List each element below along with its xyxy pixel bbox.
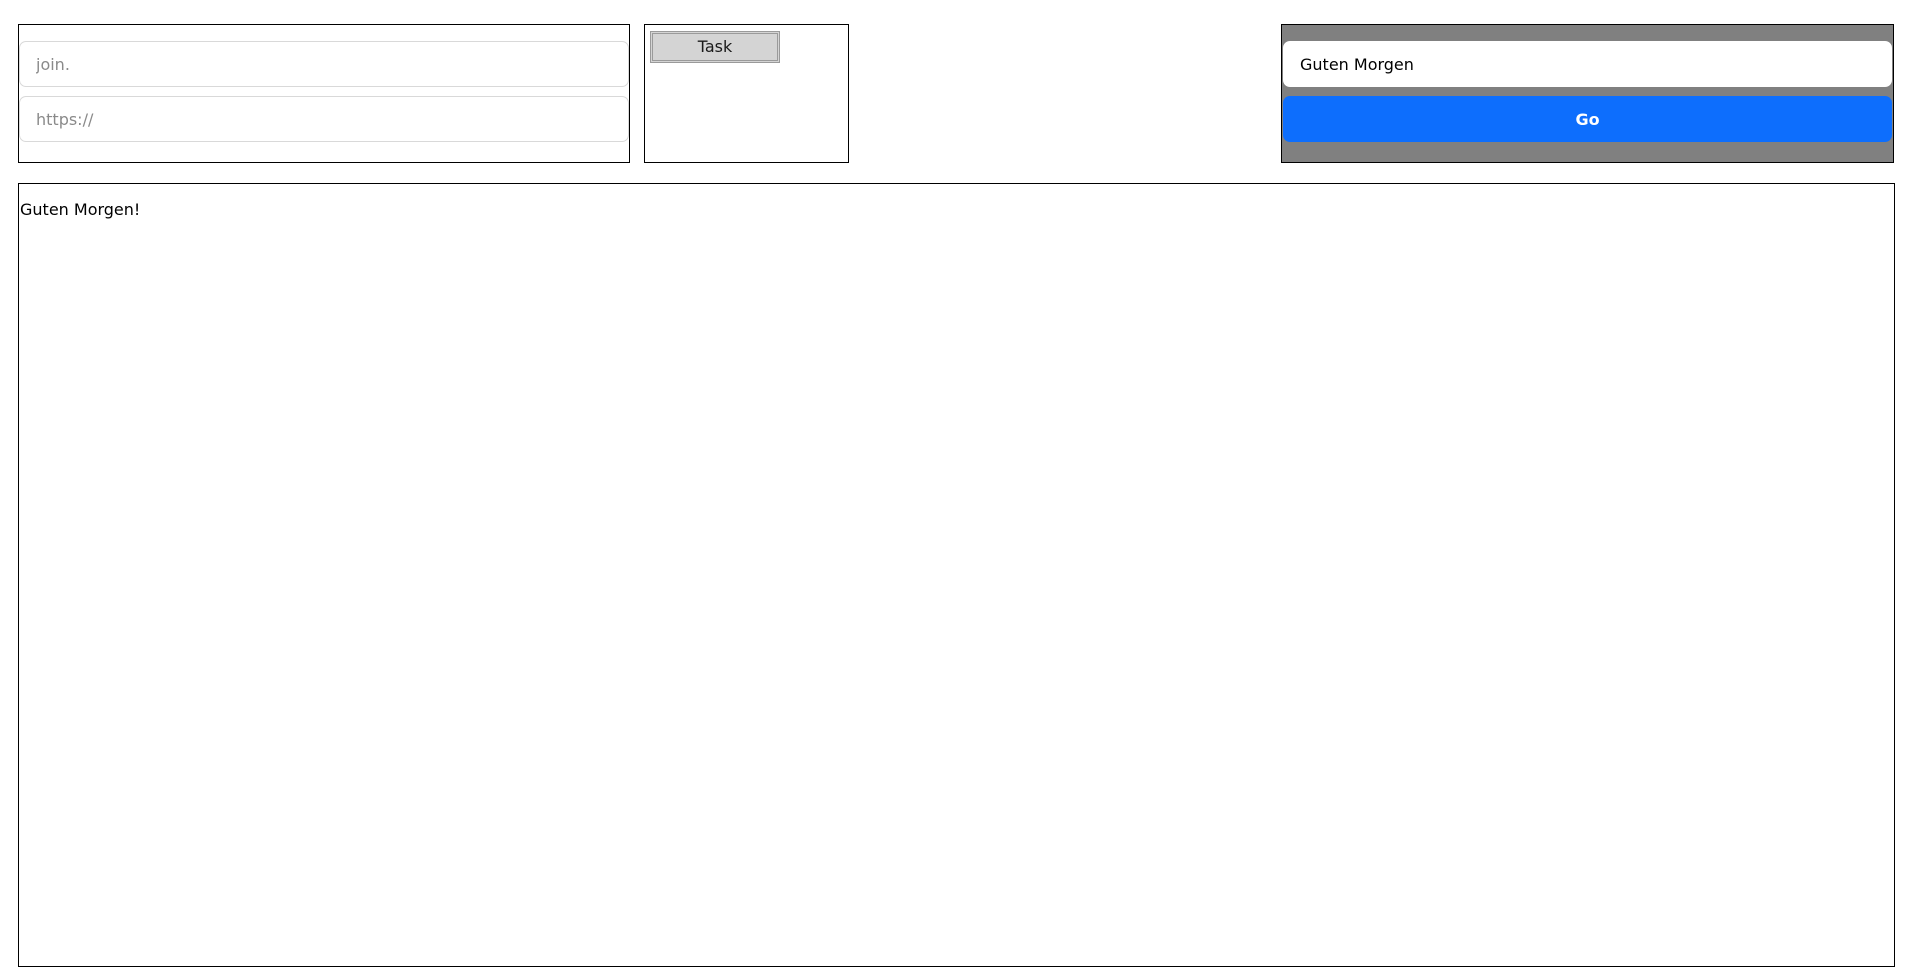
join-input[interactable] [19,41,629,87]
output-panel: Guten Morgen! [18,183,1895,967]
input-panel [18,24,630,163]
task-panel: Task [644,24,849,163]
output-text: Guten Morgen! [20,200,141,219]
greeting-input[interactable] [1283,41,1892,87]
task-button[interactable]: Task [650,31,780,63]
url-input[interactable] [19,96,629,142]
greeting-form-panel: Go [1281,24,1894,163]
go-button[interactable]: Go [1283,96,1892,142]
